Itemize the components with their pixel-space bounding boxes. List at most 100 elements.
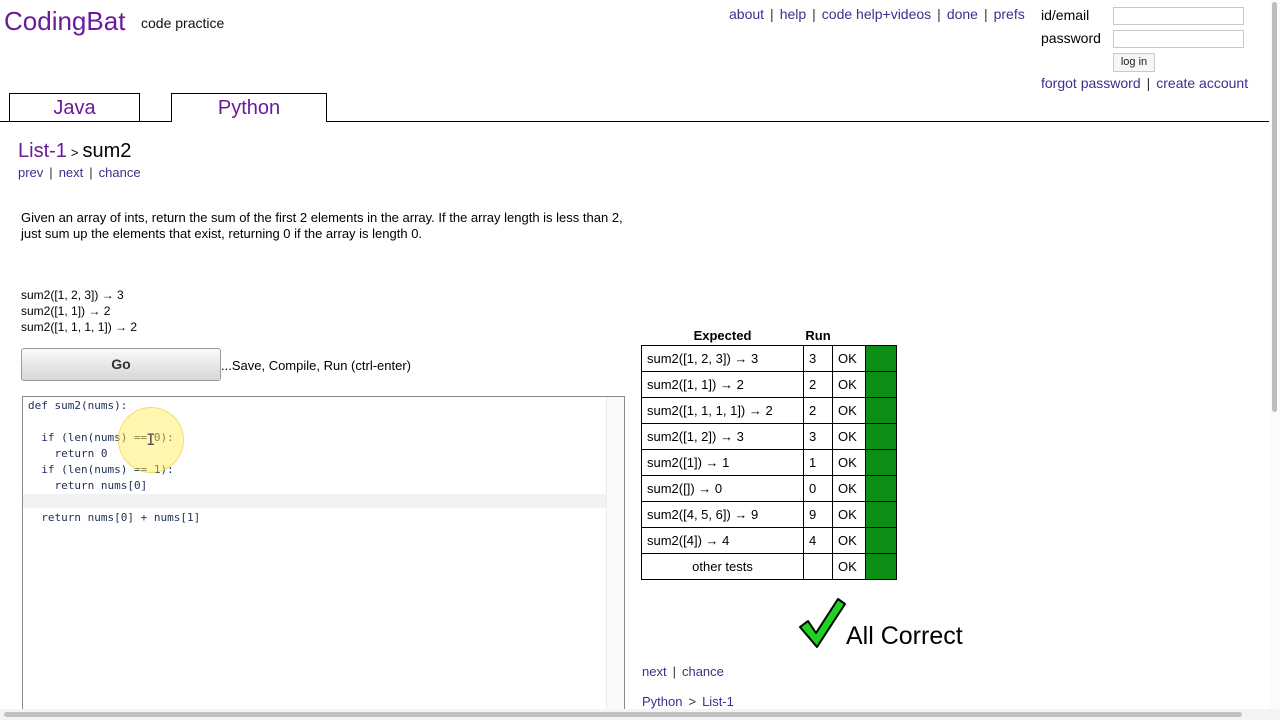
login-form: id/email password log in forgot password…: [1041, 6, 1271, 91]
nav-separator: |: [770, 6, 774, 22]
status-cell: OK: [832, 422, 866, 450]
pass-indicator: [865, 526, 897, 554]
status-cell: OK: [832, 396, 866, 424]
pass-indicator: [865, 474, 897, 502]
go-button[interactable]: Go: [21, 348, 221, 381]
results-table: Expected Run sum2([1, 2, 3]) → 3 3 OK su…: [641, 327, 897, 580]
nav-help-link[interactable]: help: [780, 6, 806, 22]
chance-link[interactable]: chance: [99, 165, 141, 180]
run-cell: 0: [803, 474, 833, 502]
nav-separator: |: [812, 6, 816, 22]
breadcrumb: List-1 > sum2: [18, 140, 131, 163]
pass-indicator: [865, 422, 897, 450]
expected-cell: sum2([1]) → 1: [641, 448, 804, 476]
code-line: return 0: [28, 447, 108, 460]
expected-cell: sum2([1, 1, 1, 1]) → 2: [641, 396, 804, 424]
site-logo[interactable]: CodingBat: [4, 6, 125, 37]
nav-prefs-link[interactable]: prefs: [994, 6, 1025, 22]
tab-python[interactable]: Python: [171, 93, 327, 122]
login-id-row: id/email: [1041, 6, 1271, 29]
bottom-list1-link[interactable]: List-1: [702, 694, 734, 709]
breadcrumb-separator: >: [70, 145, 79, 160]
create-account-link[interactable]: create account: [1156, 75, 1248, 91]
run-cell: 3: [803, 422, 833, 450]
account-separator: |: [1146, 75, 1151, 91]
expected-cell: sum2([4, 5, 6]) → 9: [641, 500, 804, 528]
code-line: def sum2(nums):: [28, 399, 128, 412]
expected-cell: sum2([4]) → 4: [641, 526, 804, 554]
run-cell: 9: [803, 500, 833, 528]
expected-cell: other tests: [641, 552, 804, 580]
top-nav: about | help | code help+videos | done | prefs: [729, 6, 1025, 22]
nav-done-link[interactable]: done: [947, 6, 978, 22]
forgot-password-link[interactable]: forgot password: [1041, 75, 1141, 91]
code-editor[interactable]: def sum2(nums): if (len(nums) == 0): ret…: [22, 396, 625, 720]
nav-code-help-videos-link[interactable]: code help+videos: [822, 6, 931, 22]
bottom-next-link[interactable]: next: [642, 664, 667, 679]
code-line: return nums[0] + nums[1]: [28, 511, 201, 524]
problem-description: Given an array of ints, return the sum o…: [21, 210, 623, 241]
password-label: password: [1041, 30, 1101, 46]
prev-link[interactable]: prev: [18, 165, 43, 180]
status-cell: OK: [832, 552, 866, 580]
bottom-nav: next | chance: [642, 664, 724, 679]
section-link[interactable]: List-1: [18, 140, 67, 162]
page-horizontal-scrollbar[interactable]: [0, 709, 1280, 720]
page-vertical-scrollbar[interactable]: [1269, 0, 1280, 710]
bottom-chance-link[interactable]: chance: [682, 664, 724, 679]
table-row: sum2([4]) → 4 4 OK: [641, 526, 897, 554]
status-cell: OK: [832, 526, 866, 554]
subnav-separator: |: [49, 165, 53, 180]
subnav-separator: |: [89, 165, 93, 180]
example-line: sum2([1, 2, 3]) → 3: [21, 288, 124, 302]
bottom-python-link[interactable]: Python: [642, 694, 682, 709]
status-cell: OK: [832, 500, 866, 528]
code-line: return nums[0]: [28, 479, 148, 492]
checkmark-icon: [799, 598, 846, 648]
expected-cell: sum2([1, 1]) → 2: [641, 370, 804, 398]
go-hint: ...Save, Compile, Run (ctrl-enter): [221, 358, 412, 373]
status-cell: OK: [832, 370, 866, 398]
status-cell: OK: [832, 448, 866, 476]
pass-indicator: [865, 370, 897, 398]
scrollbar-thumb[interactable]: [1272, 2, 1277, 412]
text-cursor-icon: I: [146, 430, 156, 449]
pass-indicator: [865, 344, 897, 372]
password-field[interactable]: [1113, 30, 1244, 48]
expected-cell: sum2([1, 2]) → 3: [641, 422, 804, 450]
id-email-label: id/email: [1041, 7, 1090, 23]
run-cell: [803, 552, 833, 580]
run-cell: 1: [803, 448, 833, 476]
nav-separator: |: [937, 6, 941, 22]
nav-about-link[interactable]: about: [729, 6, 764, 22]
login-password-row: password: [1041, 29, 1271, 52]
status-cell: OK: [832, 344, 866, 372]
table-row: sum2([1, 2, 3]) → 3 3 OK: [641, 344, 897, 372]
log-in-button[interactable]: log in: [1113, 53, 1155, 72]
site-tagline: code practice: [141, 15, 225, 31]
editor-scrollbar[interactable]: [606, 397, 624, 720]
pass-indicator: [865, 396, 897, 424]
run-cell: 2: [803, 396, 833, 424]
bottom-crumb-separator: >: [688, 694, 697, 709]
next-link[interactable]: next: [59, 165, 84, 180]
scrollbar-thumb[interactable]: [4, 712, 1242, 717]
table-row: sum2([1, 1]) → 2 2 OK: [641, 370, 897, 398]
tab-java[interactable]: Java: [9, 93, 140, 121]
pass-indicator: [865, 500, 897, 528]
table-row: other tests OK: [641, 552, 897, 580]
id-email-field[interactable]: [1113, 7, 1244, 25]
bottom-breadcrumb: Python > List-1: [642, 694, 734, 709]
example-line: sum2([1, 1]) → 2: [21, 304, 111, 318]
all-correct-text: All Correct: [846, 622, 963, 650]
run-cell: 2: [803, 370, 833, 398]
table-row: sum2([]) → 0 0 OK: [641, 474, 897, 502]
current-line-highlight: [23, 494, 624, 508]
run-cell: 3: [803, 344, 833, 372]
bottom-separator: |: [672, 664, 676, 679]
table-row: sum2([1, 2]) → 3 3 OK: [641, 422, 897, 450]
status-cell: OK: [832, 474, 866, 502]
run-cell: 4: [803, 526, 833, 554]
examples: sum2([1, 2, 3]) → 3 sum2([1, 1]) → 2 sum…: [21, 287, 137, 335]
page-title: sum2: [82, 140, 132, 162]
